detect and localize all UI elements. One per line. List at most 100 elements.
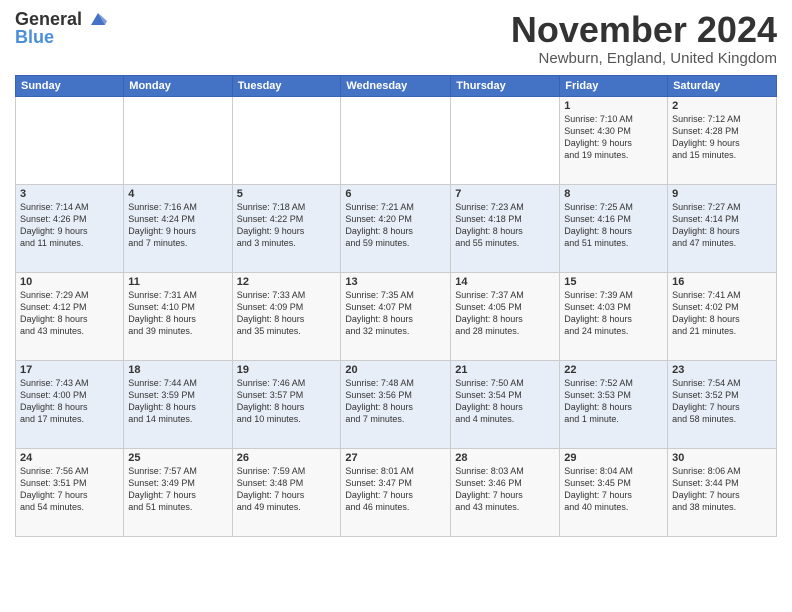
day-info: Sunrise: 7:23 AM Sunset: 4:18 PM Dayligh… xyxy=(455,201,555,250)
day-number: 27 xyxy=(345,452,446,464)
calendar-cell: 28Sunrise: 8:03 AM Sunset: 3:46 PM Dayli… xyxy=(451,448,560,536)
calendar-cell: 6Sunrise: 7:21 AM Sunset: 4:20 PM Daylig… xyxy=(341,184,451,272)
day-info: Sunrise: 7:59 AM Sunset: 3:48 PM Dayligh… xyxy=(237,465,337,514)
day-info: Sunrise: 8:03 AM Sunset: 3:46 PM Dayligh… xyxy=(455,465,555,514)
calendar-cell: 24Sunrise: 7:56 AM Sunset: 3:51 PM Dayli… xyxy=(16,448,124,536)
day-info: Sunrise: 7:27 AM Sunset: 4:14 PM Dayligh… xyxy=(672,201,772,250)
col-sunday: Sunday xyxy=(16,75,124,96)
day-number: 9 xyxy=(672,188,772,200)
calendar-cell: 2Sunrise: 7:12 AM Sunset: 4:28 PM Daylig… xyxy=(668,96,777,184)
day-info: Sunrise: 7:16 AM Sunset: 4:24 PM Dayligh… xyxy=(128,201,227,250)
calendar-cell: 27Sunrise: 8:01 AM Sunset: 3:47 PM Dayli… xyxy=(341,448,451,536)
day-number: 2 xyxy=(672,100,772,112)
calendar-cell: 16Sunrise: 7:41 AM Sunset: 4:02 PM Dayli… xyxy=(668,272,777,360)
day-info: Sunrise: 7:14 AM Sunset: 4:26 PM Dayligh… xyxy=(20,201,119,250)
calendar-week-0: 1Sunrise: 7:10 AM Sunset: 4:30 PM Daylig… xyxy=(16,96,777,184)
calendar-cell: 17Sunrise: 7:43 AM Sunset: 4:00 PM Dayli… xyxy=(16,360,124,448)
col-wednesday: Wednesday xyxy=(341,75,451,96)
logo-blue: Blue xyxy=(15,27,54,48)
day-number: 11 xyxy=(128,276,227,288)
calendar-cell: 15Sunrise: 7:39 AM Sunset: 4:03 PM Dayli… xyxy=(560,272,668,360)
calendar-week-3: 17Sunrise: 7:43 AM Sunset: 4:00 PM Dayli… xyxy=(16,360,777,448)
calendar-cell: 23Sunrise: 7:54 AM Sunset: 3:52 PM Dayli… xyxy=(668,360,777,448)
calendar-cell: 11Sunrise: 7:31 AM Sunset: 4:10 PM Dayli… xyxy=(124,272,232,360)
calendar-cell xyxy=(232,96,341,184)
day-number: 15 xyxy=(564,276,663,288)
day-info: Sunrise: 7:29 AM Sunset: 4:12 PM Dayligh… xyxy=(20,289,119,338)
day-number: 21 xyxy=(455,364,555,376)
day-info: Sunrise: 8:01 AM Sunset: 3:47 PM Dayligh… xyxy=(345,465,446,514)
location: Newburn, England, United Kingdom xyxy=(511,50,777,67)
day-number: 23 xyxy=(672,364,772,376)
day-number: 4 xyxy=(128,188,227,200)
calendar-cell: 9Sunrise: 7:27 AM Sunset: 4:14 PM Daylig… xyxy=(668,184,777,272)
calendar-cell: 7Sunrise: 7:23 AM Sunset: 4:18 PM Daylig… xyxy=(451,184,560,272)
day-info: Sunrise: 7:41 AM Sunset: 4:02 PM Dayligh… xyxy=(672,289,772,338)
day-number: 20 xyxy=(345,364,446,376)
day-number: 30 xyxy=(672,452,772,464)
day-number: 10 xyxy=(20,276,119,288)
title-block: November 2024 Newburn, England, United K… xyxy=(511,10,777,67)
calendar-cell: 29Sunrise: 8:04 AM Sunset: 3:45 PM Dayli… xyxy=(560,448,668,536)
day-number: 26 xyxy=(237,452,337,464)
day-info: Sunrise: 7:43 AM Sunset: 4:00 PM Dayligh… xyxy=(20,377,119,426)
calendar-cell: 18Sunrise: 7:44 AM Sunset: 3:59 PM Dayli… xyxy=(124,360,232,448)
day-number: 18 xyxy=(128,364,227,376)
day-number: 6 xyxy=(345,188,446,200)
day-info: Sunrise: 7:56 AM Sunset: 3:51 PM Dayligh… xyxy=(20,465,119,514)
day-number: 22 xyxy=(564,364,663,376)
header: General Blue November 2024 Newburn, Engl… xyxy=(15,10,777,67)
day-number: 16 xyxy=(672,276,772,288)
col-monday: Monday xyxy=(124,75,232,96)
day-info: Sunrise: 7:35 AM Sunset: 4:07 PM Dayligh… xyxy=(345,289,446,338)
day-number: 24 xyxy=(20,452,119,464)
calendar-cell: 20Sunrise: 7:48 AM Sunset: 3:56 PM Dayli… xyxy=(341,360,451,448)
calendar-cell: 13Sunrise: 7:35 AM Sunset: 4:07 PM Dayli… xyxy=(341,272,451,360)
day-number: 7 xyxy=(455,188,555,200)
day-info: Sunrise: 7:33 AM Sunset: 4:09 PM Dayligh… xyxy=(237,289,337,338)
calendar-cell xyxy=(16,96,124,184)
calendar-cell: 10Sunrise: 7:29 AM Sunset: 4:12 PM Dayli… xyxy=(16,272,124,360)
day-number: 1 xyxy=(564,100,663,112)
calendar-cell: 4Sunrise: 7:16 AM Sunset: 4:24 PM Daylig… xyxy=(124,184,232,272)
day-info: Sunrise: 8:04 AM Sunset: 3:45 PM Dayligh… xyxy=(564,465,663,514)
logo: General Blue xyxy=(15,10,107,48)
day-number: 25 xyxy=(128,452,227,464)
calendar-cell: 1Sunrise: 7:10 AM Sunset: 4:30 PM Daylig… xyxy=(560,96,668,184)
day-info: Sunrise: 7:10 AM Sunset: 4:30 PM Dayligh… xyxy=(564,113,663,162)
calendar-cell: 14Sunrise: 7:37 AM Sunset: 4:05 PM Dayli… xyxy=(451,272,560,360)
calendar-cell: 30Sunrise: 8:06 AM Sunset: 3:44 PM Dayli… xyxy=(668,448,777,536)
day-info: Sunrise: 7:57 AM Sunset: 3:49 PM Dayligh… xyxy=(128,465,227,514)
calendar: Sunday Monday Tuesday Wednesday Thursday… xyxy=(15,75,777,537)
calendar-cell xyxy=(341,96,451,184)
calendar-week-2: 10Sunrise: 7:29 AM Sunset: 4:12 PM Dayli… xyxy=(16,272,777,360)
day-number: 14 xyxy=(455,276,555,288)
col-friday: Friday xyxy=(560,75,668,96)
day-info: Sunrise: 7:44 AM Sunset: 3:59 PM Dayligh… xyxy=(128,377,227,426)
calendar-week-4: 24Sunrise: 7:56 AM Sunset: 3:51 PM Dayli… xyxy=(16,448,777,536)
calendar-cell: 5Sunrise: 7:18 AM Sunset: 4:22 PM Daylig… xyxy=(232,184,341,272)
calendar-header-row: Sunday Monday Tuesday Wednesday Thursday… xyxy=(16,75,777,96)
day-number: 12 xyxy=(237,276,337,288)
calendar-cell: 19Sunrise: 7:46 AM Sunset: 3:57 PM Dayli… xyxy=(232,360,341,448)
day-info: Sunrise: 7:31 AM Sunset: 4:10 PM Dayligh… xyxy=(128,289,227,338)
calendar-cell: 26Sunrise: 7:59 AM Sunset: 3:48 PM Dayli… xyxy=(232,448,341,536)
day-info: Sunrise: 7:52 AM Sunset: 3:53 PM Dayligh… xyxy=(564,377,663,426)
day-number: 19 xyxy=(237,364,337,376)
day-number: 8 xyxy=(564,188,663,200)
page: General Blue November 2024 Newburn, Engl… xyxy=(0,0,792,612)
day-info: Sunrise: 7:46 AM Sunset: 3:57 PM Dayligh… xyxy=(237,377,337,426)
day-info: Sunrise: 7:12 AM Sunset: 4:28 PM Dayligh… xyxy=(672,113,772,162)
calendar-cell xyxy=(124,96,232,184)
day-info: Sunrise: 8:06 AM Sunset: 3:44 PM Dayligh… xyxy=(672,465,772,514)
day-info: Sunrise: 7:18 AM Sunset: 4:22 PM Dayligh… xyxy=(237,201,337,250)
day-number: 3 xyxy=(20,188,119,200)
calendar-week-1: 3Sunrise: 7:14 AM Sunset: 4:26 PM Daylig… xyxy=(16,184,777,272)
day-info: Sunrise: 7:37 AM Sunset: 4:05 PM Dayligh… xyxy=(455,289,555,338)
col-saturday: Saturday xyxy=(668,75,777,96)
col-thursday: Thursday xyxy=(451,75,560,96)
logo-icon xyxy=(89,11,107,29)
calendar-cell: 8Sunrise: 7:25 AM Sunset: 4:16 PM Daylig… xyxy=(560,184,668,272)
day-number: 17 xyxy=(20,364,119,376)
day-number: 13 xyxy=(345,276,446,288)
